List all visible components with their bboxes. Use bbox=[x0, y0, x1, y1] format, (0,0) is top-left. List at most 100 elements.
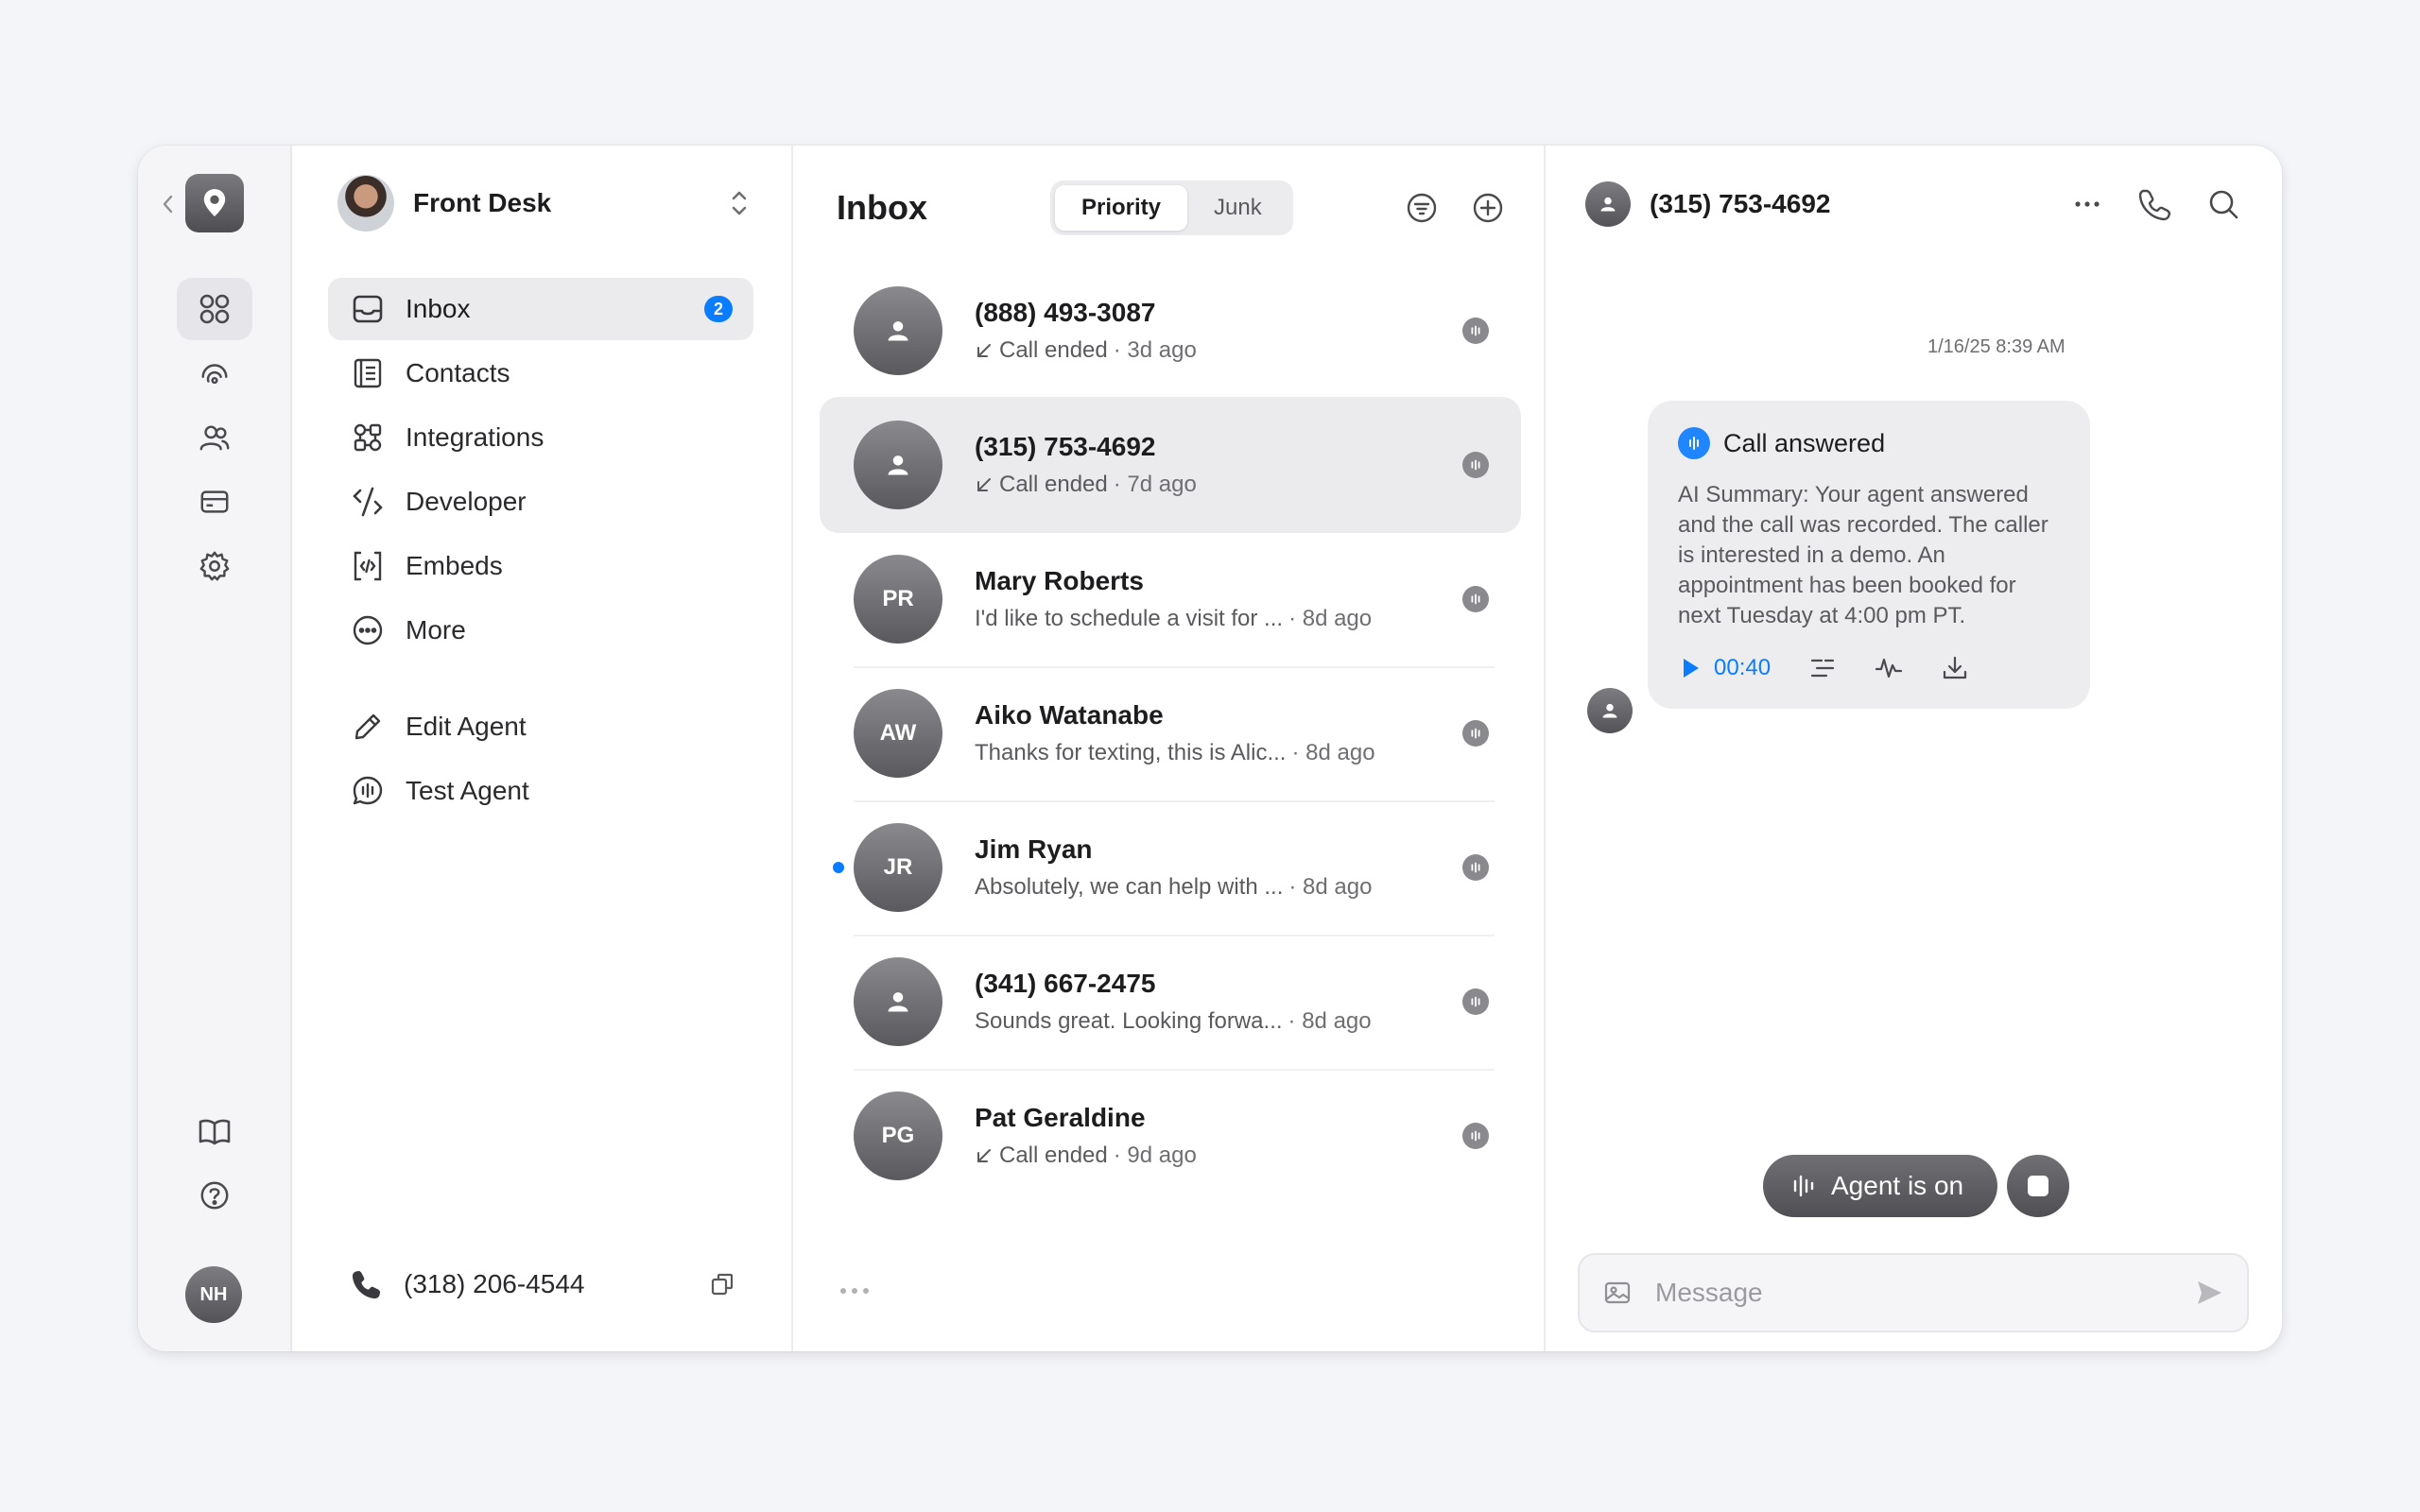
conversation-time: · 3d ago bbox=[1113, 337, 1197, 363]
inbox-tools bbox=[1406, 192, 1504, 224]
preview-text: Sounds great. Looking forwa... bbox=[975, 1008, 1283, 1034]
inbox-header: Inbox Priority Junk bbox=[837, 180, 1506, 236]
sidebar-item-integrations[interactable]: Integrations bbox=[328, 406, 753, 469]
rail-settings-button[interactable] bbox=[177, 535, 252, 597]
agent-status-button[interactable]: Agent is on bbox=[1763, 1155, 1998, 1217]
rail-docs-button[interactable] bbox=[177, 1100, 252, 1162]
rail-help-button[interactable] bbox=[177, 1164, 252, 1227]
more-horizontal-icon[interactable] bbox=[2070, 187, 2104, 221]
rail-contacts-button[interactable] bbox=[177, 406, 252, 469]
conversation-row[interactable]: (888) 493-3087 Call ended · 3d ago bbox=[820, 263, 1521, 399]
sidebar-item-label: More bbox=[406, 615, 466, 644]
unread-dot bbox=[833, 862, 844, 873]
contact-avatar: PG bbox=[854, 1091, 942, 1180]
phone-number-text: (318) 206-4544 bbox=[404, 1269, 585, 1298]
avatar-initials: PR bbox=[882, 586, 914, 611]
conversation-row[interactable]: PR Mary Roberts I'd like to schedule a vis… bbox=[820, 531, 1521, 668]
conversation-name: (315) 753-4692 bbox=[975, 432, 1156, 461]
users-icon bbox=[199, 421, 231, 454]
inbox-icon bbox=[351, 292, 385, 326]
billing-icon bbox=[199, 486, 231, 518]
message-title: Call answered bbox=[1723, 428, 1886, 457]
workspace-avatar bbox=[337, 175, 394, 232]
conversation-text: Jim Ryan Absolutely, we can help with ...… bbox=[975, 834, 1462, 901]
sidebar-item-contacts[interactable]: Contacts bbox=[328, 342, 753, 404]
preview-text: Call ended bbox=[999, 337, 1108, 363]
conversation-row[interactable]: AW Aiko Watanabe Thanks for texting, this … bbox=[820, 665, 1521, 802]
search-icon[interactable] bbox=[2206, 187, 2240, 221]
contact-avatar: JR bbox=[854, 823, 942, 912]
conversation-preview: I'd like to schedule a visit for ... · 8d… bbox=[975, 606, 1462, 632]
chevron-up-down-icon[interactable] bbox=[725, 184, 753, 222]
waveform-icon[interactable] bbox=[1875, 654, 1903, 682]
recording-indicator-icon bbox=[1462, 452, 1489, 478]
add-circle-icon[interactable] bbox=[1472, 192, 1504, 224]
developer-icon bbox=[351, 485, 385, 519]
send-icon[interactable] bbox=[2194, 1278, 2224, 1308]
rail-billing-button[interactable] bbox=[177, 471, 252, 533]
play-icon[interactable] bbox=[1678, 656, 1703, 680]
recording-player: 00:40 bbox=[1678, 654, 2060, 682]
contacts-icon bbox=[351, 356, 385, 390]
sidebar-item-label: Edit Agent bbox=[406, 712, 527, 741]
call-icon[interactable] bbox=[2138, 187, 2172, 221]
copy-icon[interactable] bbox=[710, 1272, 735, 1297]
contact-avatar: AW bbox=[854, 689, 942, 778]
conversation-text: Pat Geraldine Call ended · 9d ago bbox=[975, 1103, 1462, 1169]
message-input[interactable] bbox=[1655, 1278, 2194, 1308]
unread-count-badge: 2 bbox=[704, 296, 733, 322]
sidebar-item-inbox[interactable]: Inbox 2 bbox=[328, 278, 753, 340]
conversation-preview: Call ended · 9d ago bbox=[975, 1143, 1462, 1169]
contact-avatar bbox=[1585, 181, 1631, 227]
preview-text: Call ended bbox=[999, 1143, 1108, 1168]
conversation-row[interactable]: JR Jim Ryan Absolutely, we can help with .… bbox=[820, 799, 1521, 936]
sidebar-item-edit-agent[interactable]: Edit Agent bbox=[328, 696, 753, 758]
tab-priority[interactable]: Priority bbox=[1055, 185, 1188, 231]
sidebar-item-embeds[interactable]: Embeds bbox=[328, 535, 753, 597]
preview-text: I'd like to schedule a visit for ... bbox=[975, 606, 1284, 631]
conversation-text: Aiko Watanabe Thanks for texting, this is… bbox=[975, 700, 1462, 766]
rail-activity-button[interactable] bbox=[177, 342, 252, 404]
inbox-title: Inbox bbox=[837, 188, 927, 227]
stop-agent-button[interactable] bbox=[2007, 1155, 2069, 1217]
image-attach-icon[interactable] bbox=[1602, 1278, 1633, 1308]
activity-icon bbox=[199, 357, 231, 389]
conversation-time: · 8d ago bbox=[1288, 1008, 1372, 1034]
conversation-row[interactable]: (341) 667-2475 Sounds great. Looking forw… bbox=[820, 934, 1521, 1071]
sidebar-item-label: Test Agent bbox=[406, 776, 529, 805]
sidebar-item-developer[interactable]: Developer bbox=[328, 471, 753, 533]
user-avatar[interactable]: NH bbox=[185, 1266, 242, 1323]
conversation-thread: (315) 753-4692 1/16/25 8:39 AM Call answ… bbox=[1546, 146, 2282, 1351]
conversation-time: · 8d ago bbox=[1291, 740, 1375, 765]
sidebar-item-label: Developer bbox=[406, 487, 527, 516]
person-icon bbox=[885, 318, 911, 344]
contact-avatar bbox=[854, 286, 942, 375]
conversation-name: Aiko Watanabe bbox=[975, 700, 1164, 730]
message-sender-avatar bbox=[1587, 688, 1633, 733]
conversation-preview: Call ended · 7d ago bbox=[975, 472, 1462, 498]
conversation-preview: Sounds great. Looking forwa... · 8d ago bbox=[975, 1008, 1462, 1035]
back-chevron-icon[interactable] bbox=[159, 192, 178, 216]
download-icon[interactable] bbox=[1941, 654, 1969, 682]
conversation-text: Mary Roberts I'd like to schedule a visit… bbox=[975, 566, 1462, 632]
more-dots-icon[interactable] bbox=[838, 1285, 871, 1297]
sidebar-item-test-agent[interactable]: Test Agent bbox=[328, 760, 753, 822]
tab-junk[interactable]: Junk bbox=[1187, 185, 1288, 231]
contact-avatar bbox=[854, 957, 942, 1046]
transcript-icon[interactable] bbox=[1808, 654, 1837, 682]
conversation-text: (888) 493-3087 Call ended · 3d ago bbox=[975, 298, 1462, 364]
person-icon bbox=[885, 988, 911, 1015]
contact-name: (315) 753-4692 bbox=[1650, 189, 1831, 218]
preview-text: Thanks for texting, this is Alic... bbox=[975, 740, 1287, 765]
sidebar-item-more[interactable]: More bbox=[328, 599, 753, 662]
conversation-row[interactable]: (315) 753-4692 Call ended · 7d ago bbox=[820, 397, 1521, 533]
sidebar-item-label: Contacts bbox=[406, 358, 510, 387]
filter-icon[interactable] bbox=[1406, 192, 1438, 224]
integrations-icon bbox=[351, 421, 385, 455]
workspace-switcher[interactable]: Front Desk bbox=[337, 174, 753, 232]
settings-icon bbox=[199, 550, 231, 582]
app-logo[interactable] bbox=[185, 174, 244, 232]
conversation-name: Jim Ryan bbox=[975, 834, 1093, 864]
rail-dashboard-button[interactable] bbox=[177, 278, 252, 340]
conversation-row[interactable]: PG Pat Geraldine Call ended · 9d ago bbox=[820, 1068, 1521, 1204]
